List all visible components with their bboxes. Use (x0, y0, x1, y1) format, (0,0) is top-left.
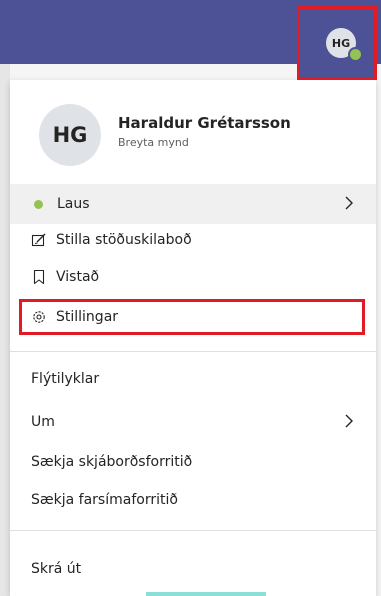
profile-avatar-button[interactable]: HG (297, 6, 377, 80)
menu-item-status-label: Laus (57, 196, 90, 212)
presence-available-icon (34, 199, 43, 209)
menu-item-sign-out-label: Skrá út (31, 561, 82, 577)
profile-menu: HG Haraldur Grétarsson Breyta mynd Laus … (10, 80, 376, 596)
settings-highlight-annotation (19, 299, 365, 335)
change-photo-link[interactable]: Breyta mynd (118, 136, 189, 149)
background-accent-bar (146, 592, 266, 596)
profile-avatar[interactable]: HG (39, 104, 101, 166)
menu-item-download-mobile-label: Sækja farsímaforritið (31, 492, 178, 508)
profile-name: Haraldur Grétarsson (118, 114, 291, 132)
background-app-strip (0, 64, 10, 596)
menu-item-download-desktop[interactable]: Sækja skjáborðsforritið (10, 445, 376, 479)
menu-item-saved[interactable]: Vistað (10, 260, 376, 294)
edit-message-icon (31, 233, 46, 247)
menu-divider (10, 530, 376, 531)
menu-item-status[interactable]: Laus (10, 187, 376, 221)
menu-item-download-mobile[interactable]: Sækja farsímaforritið (10, 483, 376, 517)
menu-divider (10, 351, 376, 352)
menu-item-about-label: Um (31, 414, 55, 430)
menu-item-saved-label: Vistað (56, 269, 100, 285)
menu-item-sign-out[interactable]: Skrá út (10, 552, 376, 586)
chevron-right-icon (345, 196, 353, 210)
presence-available-icon (348, 47, 363, 62)
menu-item-set-status-message[interactable]: Stilla stöðuskilaboð (10, 223, 376, 257)
menu-item-download-desktop-label: Sækja skjáborðsforritið (31, 454, 193, 470)
menu-item-about[interactable]: Um (10, 405, 376, 439)
menu-item-shortcuts[interactable]: Flýtilyklar (10, 362, 376, 396)
menu-item-set-status-message-label: Stilla stöðuskilaboð (56, 232, 192, 248)
chevron-right-icon (345, 414, 353, 428)
bookmark-icon (33, 269, 45, 285)
menu-item-shortcuts-label: Flýtilyklar (31, 371, 100, 387)
